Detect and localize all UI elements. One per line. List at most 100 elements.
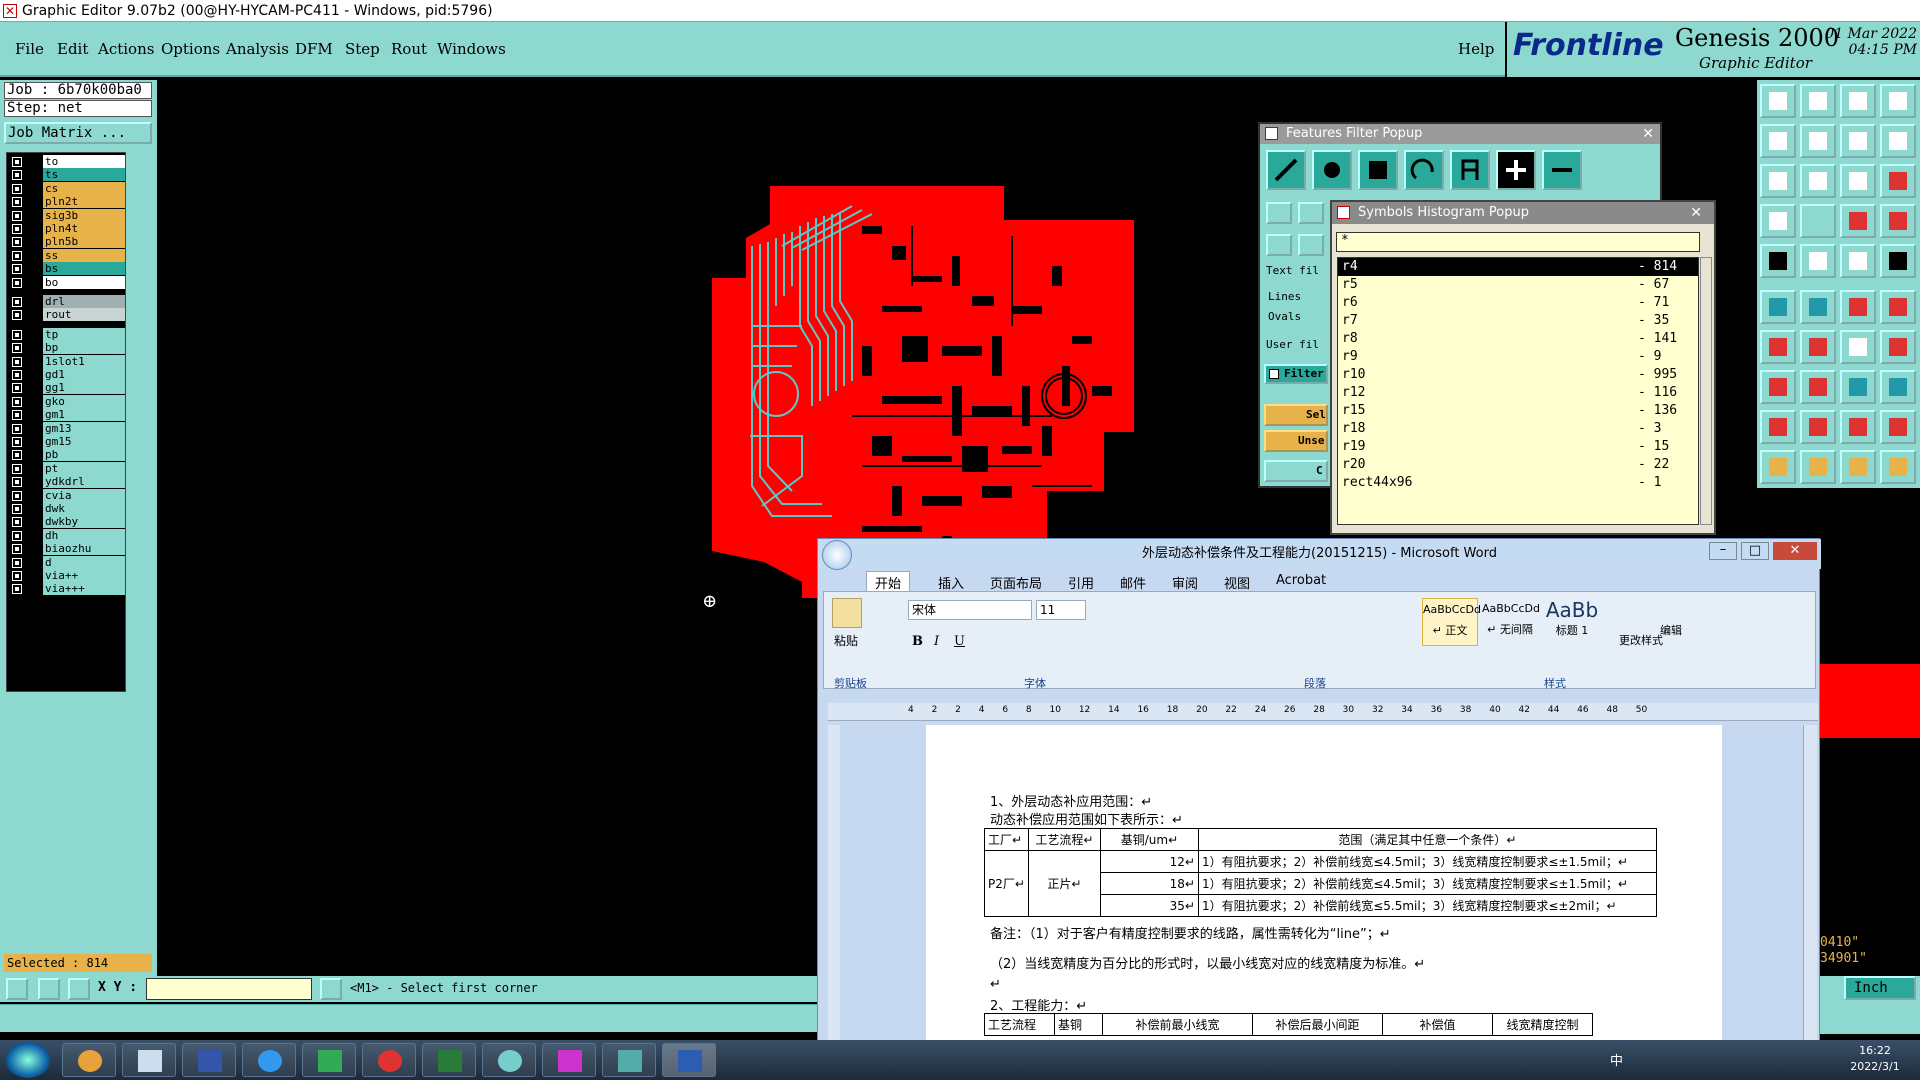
surface-feature-icon[interactable] [1358,150,1398,190]
layer-checkbox[interactable] [12,310,22,321]
layer-row[interactable]: dwkby [9,515,125,529]
toolbox-tool-icon[interactable] [1760,244,1796,278]
histogram-row[interactable]: r9 - 9 [1338,348,1698,366]
layer-row[interactable]: sig3b [9,208,125,223]
toolbox-tool-icon[interactable] [1880,164,1916,198]
layer-row[interactable]: via++ [9,569,125,583]
layer-checkbox[interactable] [12,544,22,555]
toolbox-tool-icon[interactable] [1800,244,1836,278]
toolbox-tool-icon[interactable] [1840,410,1876,444]
toolbox-tool-icon[interactable] [1760,370,1796,404]
paragraph-tools[interactable] [1154,600,1384,650]
layer-row[interactable]: to [9,155,125,169]
change-styles-button[interactable]: 更改样式 [1619,632,1663,648]
toolbox-tool-icon[interactable] [1840,330,1876,364]
menu-options[interactable]: Options [161,40,220,58]
layer-row[interactable]: bs [9,262,125,276]
layer-checkbox[interactable] [12,584,22,595]
layer-name[interactable]: via++ [43,569,125,582]
layer-row[interactable]: gm1 [9,408,125,422]
layer-name[interactable]: d [43,555,125,569]
taskbar-notepad-icon[interactable] [122,1043,176,1077]
layer-checkbox[interactable] [12,250,22,261]
taskbar-app-p-icon[interactable] [302,1043,356,1077]
arc-feature-icon[interactable] [1404,150,1444,190]
taskbar-shell-icon[interactable] [62,1043,116,1077]
toolbox-tool-icon[interactable] [1760,84,1796,118]
close-icon[interactable]: ✕ [1773,542,1817,560]
text-cursor-icon[interactable] [320,978,342,1000]
toolbox-tool-icon[interactable] [1800,410,1836,444]
style-normal[interactable]: AaBbCcDd ↵ 正文 [1422,598,1481,646]
taskbar-genesis-icon[interactable] [482,1043,536,1077]
close-icon[interactable]: ✕ [1642,124,1654,144]
histogram-list[interactable]: r4 - 814 r5 - 67 r6 - 71 r7 - 35 r8 - 141 r9 - 9 r10… [1337,257,1699,525]
toolbox-tool-icon[interactable] [1800,84,1836,118]
ovals-option[interactable]: Ovals [1268,310,1301,323]
layer-name[interactable]: to [43,155,125,168]
layer-row[interactable]: pln2t [9,195,125,209]
layer-name[interactable]: tp [43,327,125,341]
layer-row[interactable]: gko [9,394,125,409]
toolbox-tool-icon[interactable] [1760,124,1796,158]
layer-row[interactable]: drl [9,295,125,309]
toolbox-tool-icon[interactable] [1880,124,1916,158]
layer-checkbox[interactable] [12,356,22,367]
layer-name[interactable]: gm13 [43,421,125,435]
histogram-row[interactable]: r12 - 116 [1338,384,1698,402]
toolbox-tool-icon[interactable] [1840,84,1876,118]
close-icon[interactable]: ✕ [1690,202,1702,224]
layer-row[interactable]: pb [9,448,125,462]
layer-name[interactable]: pln4t [43,222,125,235]
filter-tool-icon-2[interactable] [1298,202,1324,224]
layer-row[interactable]: dh [9,528,125,543]
line-feature-icon[interactable] [1266,150,1306,190]
measure-icon[interactable] [38,978,60,1000]
unselect-button[interactable]: Unse [1264,430,1328,452]
layer-checkbox[interactable] [12,463,22,474]
toolbox-tool-icon[interactable] [1800,370,1836,404]
layer-row[interactable]: tp [9,327,125,342]
filter-tool-icon[interactable] [1266,202,1292,224]
toolbox-tool-icon[interactable] [1880,370,1916,404]
toolbox-tool-icon[interactable] [1880,450,1916,484]
snap-icon[interactable] [6,978,28,1000]
layer-name[interactable]: gd1 [43,368,125,381]
layer-row[interactable]: 1slot1 [9,354,125,369]
layer-checkbox[interactable] [12,264,22,275]
layer-checkbox[interactable] [12,343,22,354]
negative-polarity-icon[interactable] [1542,150,1582,190]
maximize-icon[interactable]: □ [1741,542,1769,560]
paste-label[interactable]: 粘贴 [834,632,858,649]
tab-references[interactable]: 引用 [1068,573,1094,592]
layer-row[interactable]: ts [9,168,125,182]
layer-name[interactable]: bp [43,341,125,355]
layer-name[interactable]: cs [43,181,125,195]
layer-name[interactable]: via+++ [43,582,125,596]
layer-row[interactable]: gm15 [9,435,125,449]
layer-row[interactable]: via+++ [9,582,125,596]
menu-dfm[interactable]: DFM [295,40,333,58]
histogram-row[interactable]: r20 - 22 [1338,456,1698,474]
layer-checkbox[interactable] [12,370,22,380]
layer-checkbox[interactable] [12,423,22,434]
paste-icon[interactable] [832,598,862,628]
toolbox-tool-icon[interactable] [1880,244,1916,278]
taskbar-feather-icon[interactable] [242,1043,296,1077]
layer-checkbox[interactable] [12,396,22,407]
layer-checkbox[interactable] [12,237,22,248]
layer-row[interactable]: gm13 [9,421,125,436]
menu-rout[interactable]: Rout [391,40,427,58]
pad-feature-icon[interactable] [1312,150,1352,190]
font-size-select[interactable]: 11 [1036,600,1086,620]
filter-toggle[interactable]: Filter [1264,364,1328,384]
layer-checkbox[interactable] [12,504,22,514]
font-name-select[interactable]: 宋体 [908,600,1032,620]
layer-checkbox[interactable] [12,557,22,568]
system-clock[interactable]: 16:22 2022/3/1 [1840,1043,1910,1075]
job-matrix-button[interactable]: Job Matrix ... [4,122,152,144]
layer-name[interactable]: sig3b [43,208,125,222]
layer-name[interactable]: dwk [43,502,125,515]
layer-checkbox[interactable] [12,197,22,208]
layer-checkbox[interactable] [12,297,22,307]
